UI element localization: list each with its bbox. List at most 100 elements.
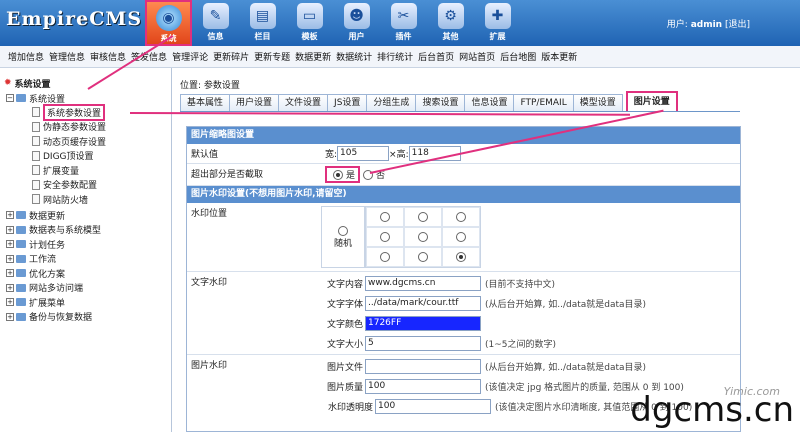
tab[interactable]: JS设置: [327, 94, 368, 111]
tree-group[interactable]: + 计划任务: [6, 237, 65, 251]
tab[interactable]: 信息设置: [464, 94, 515, 111]
position-radio[interactable]: [380, 232, 390, 242]
height-label: ×高:: [389, 150, 409, 160]
random-cell[interactable]: 随机: [321, 206, 365, 268]
position-radio[interactable]: [380, 252, 390, 262]
default-label: 默认值: [191, 150, 219, 160]
tree-root[interactable]: ✹ 系统设置: [4, 76, 51, 90]
expand-icon[interactable]: +: [6, 225, 14, 234]
tab[interactable]: 文件设置: [278, 94, 329, 111]
tree-item[interactable]: 安全参数配置: [32, 178, 97, 192]
nav-6[interactable]: ⚙ 其他: [427, 0, 474, 46]
menubar-item[interactable]: 数据更新: [295, 50, 331, 63]
tab[interactable]: 基本属性: [180, 94, 231, 111]
nav-3[interactable]: ▭ 模板: [286, 0, 333, 46]
tree-group-label: 数据表与系统模型: [29, 226, 102, 236]
menubar-item[interactable]: 版本更新: [541, 50, 577, 63]
position-radio[interactable]: [418, 252, 428, 262]
position-radio[interactable]: [456, 232, 466, 242]
expand-icon[interactable]: +: [6, 240, 14, 248]
menubar-item[interactable]: 管理信息: [49, 50, 85, 63]
crop-yes-radio[interactable]: [333, 169, 343, 180]
tree-group[interactable]: + 优化方案: [6, 266, 65, 280]
nav-label: 信息: [207, 32, 224, 41]
position-cell[interactable]: [366, 227, 404, 247]
menubar-item[interactable]: 管理评论: [172, 50, 208, 63]
nav-4[interactable]: ☻ 用户: [333, 0, 380, 46]
menubar-item[interactable]: 审核信息: [90, 50, 126, 63]
menubar-item[interactable]: 后台地图: [500, 50, 536, 63]
expand-icon[interactable]: +: [6, 254, 14, 263]
alpha-label: 水印透明度: [327, 402, 373, 413]
tree-item[interactable]: DIGG顶设置: [32, 149, 94, 163]
alpha-input[interactable]: 100: [375, 398, 491, 414]
position-cell[interactable]: [366, 207, 404, 227]
position-radio[interactable]: [418, 212, 428, 222]
color-input[interactable]: 1726FF: [365, 315, 481, 331]
tab[interactable]: 用户设置: [229, 94, 280, 111]
file-input[interactable]: [365, 358, 481, 374]
menubar-item[interactable]: 数据统计: [336, 50, 372, 63]
logout-link[interactable]: [退出]: [725, 20, 750, 30]
nav-2[interactable]: ▤ 栏目: [239, 0, 286, 46]
random-radio[interactable]: [338, 225, 348, 236]
tab[interactable]: 模型设置: [572, 94, 623, 111]
position-cell[interactable]: [404, 247, 442, 267]
tree-item[interactable]: 扩展变量: [32, 163, 79, 177]
tree-group[interactable]: + 扩展菜单: [6, 295, 65, 309]
content-input[interactable]: www.dgcms.cn: [365, 275, 481, 291]
tree-group[interactable]: + 数据表与系统模型: [6, 223, 101, 237]
file-hint: (从后台开始算, 如../data就是data目录): [485, 362, 647, 373]
tree-group[interactable]: + 数据更新: [6, 208, 65, 222]
width-input[interactable]: 105: [337, 146, 390, 161]
position-radio[interactable]: [418, 232, 428, 242]
position-cell[interactable]: [442, 247, 480, 267]
menubar-item[interactable]: 排行统计: [377, 50, 413, 63]
expand-icon[interactable]: +: [6, 312, 14, 321]
nav-7[interactable]: ✚ 扩展: [474, 0, 521, 46]
tab[interactable]: 分组生成: [366, 94, 417, 111]
size-input[interactable]: 5: [365, 335, 481, 351]
nav-label: 模板: [301, 32, 318, 41]
collapse-icon[interactable]: −: [6, 94, 14, 102]
menubar-item[interactable]: 网站首页: [459, 50, 495, 63]
tree-group[interactable]: + 工作流: [6, 252, 56, 266]
position-radio[interactable]: [380, 212, 390, 222]
folder-icon: [16, 225, 26, 234]
tree-item[interactable]: 网站防火墙: [32, 192, 88, 206]
position-cell[interactable]: [404, 207, 442, 227]
menubar-item[interactable]: 增加信息: [8, 50, 44, 63]
expand-icon[interactable]: +: [6, 283, 14, 292]
position-radio[interactable]: [456, 252, 466, 262]
menubar-item[interactable]: 更新碎片: [213, 50, 249, 63]
tree-item[interactable]: 系统参数设置: [32, 103, 106, 121]
menubar-item[interactable]: 更新专题: [254, 50, 290, 63]
tree-group[interactable]: + 网站多访问端: [6, 281, 83, 295]
top-header: EmpireCMS ◉系统✎信息▤栏目▭模板☻用户✂插件⚙其他✚扩展 用户: a…: [0, 0, 800, 46]
expand-icon[interactable]: +: [6, 269, 14, 277]
wm-position-row: 水印位置 随机: [187, 203, 740, 272]
menubar-item[interactable]: 后台首页: [418, 50, 454, 63]
position-radio[interactable]: [456, 212, 466, 222]
tree-group-label: 备份与恢复数据: [29, 313, 93, 323]
content-label: 文字内容: [326, 279, 363, 290]
tree-item[interactable]: 伪静态参数设置: [32, 120, 106, 134]
tree-group[interactable]: + 备份与恢复数据: [6, 310, 92, 324]
expand-icon[interactable]: +: [6, 211, 14, 219]
expand-icon[interactable]: +: [6, 298, 14, 306]
nav-label: 插件: [395, 32, 412, 41]
crop-yes-option[interactable]: 是: [325, 166, 361, 183]
nav-5[interactable]: ✂ 插件: [380, 0, 427, 46]
tab[interactable]: 搜索设置: [415, 94, 466, 111]
sidebar-tree: ✹ 系统设置 − 系统设置 系统参数设置 伪静态参数设置 动态页缓存设置 DIGG顶设置扩…: [0, 68, 172, 432]
font-input[interactable]: ../data/mark/cour.ttf: [365, 295, 481, 311]
tab[interactable]: FTP/EMAIL: [513, 94, 574, 111]
position-cell[interactable]: [442, 207, 480, 227]
nav-1[interactable]: ✎ 信息: [192, 0, 239, 46]
position-cell[interactable]: [404, 227, 442, 247]
position-cell[interactable]: [442, 227, 480, 247]
tab[interactable]: 图片设置: [625, 91, 678, 111]
tree-item[interactable]: 动态页缓存设置: [32, 134, 106, 148]
position-cell[interactable]: [366, 247, 404, 267]
quality-input[interactable]: 100: [365, 378, 481, 394]
